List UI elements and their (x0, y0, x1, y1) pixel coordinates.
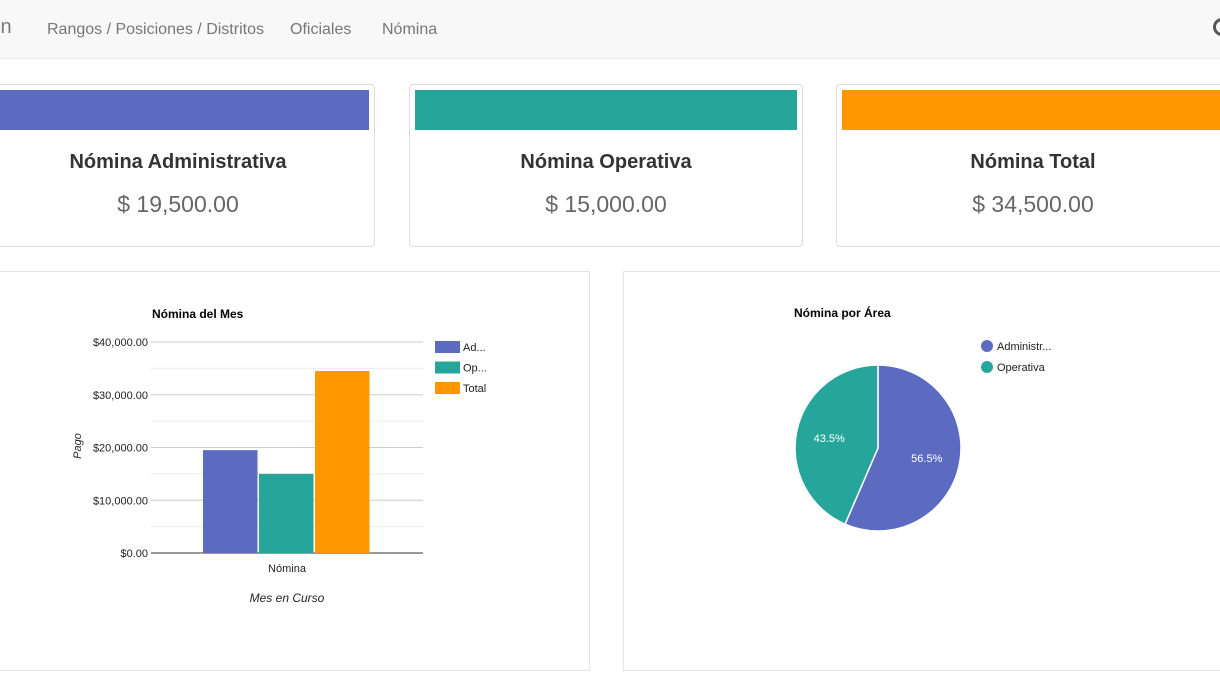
legend-label[interactable]: Administr... (997, 341, 1051, 353)
y-tick-label: $0.00 (120, 548, 148, 560)
card-value: $ 19,500.00 (117, 191, 239, 217)
pie-chart: Nómina por Área 56.5% 43.5% Administr... O… (794, 305, 1051, 532)
navbar: in Rangos / Posiciones / Distritos Ofici… (0, 0, 1220, 59)
card-value: $ 15,000.00 (545, 191, 667, 217)
legend-swatch (981, 340, 993, 352)
nav-link-oficiales[interactable]: Oficiales (290, 21, 351, 39)
pie-chart-panel: Nómina por Área 56.5% 43.5% Administr... O… (623, 271, 1220, 671)
legend-swatch (981, 361, 993, 373)
card-color-band (842, 90, 1220, 130)
legend-swatch (435, 382, 460, 394)
card-color-band (415, 90, 797, 130)
bar-chart-ylabel: Pago (72, 433, 84, 459)
card-title: Nómina Operativa (520, 151, 692, 173)
legend-label[interactable]: Total (463, 383, 486, 395)
card-color-band (0, 90, 369, 130)
bar[interactable] (203, 450, 258, 553)
pie-slice-label: 43.5% (814, 433, 845, 445)
card-title: Nómina Total (970, 151, 1096, 173)
user-menu-icon[interactable] (1213, 18, 1220, 36)
nav-link-nomina[interactable]: Nómina (382, 21, 437, 39)
pie-chart-title: Nómina por Área (794, 305, 891, 320)
nav-link-rangos[interactable]: Rangos / Posiciones / Distritos (47, 21, 264, 39)
pie-slice-label: 56.5% (911, 453, 942, 465)
bar[interactable] (315, 371, 370, 553)
bar-chart-title: Nómina del Mes (152, 307, 244, 321)
card-nomina-administrativa: Nómina Administrativa $ 19,500.00 (0, 84, 375, 247)
card-nomina-total: Nómina Total $ 34,500.00 (836, 84, 1220, 247)
y-tick-label: $10,000.00 (93, 495, 148, 507)
legend-label[interactable]: Op... (463, 363, 487, 375)
card-nomina-operativa: Nómina Operativa $ 15,000.00 (409, 84, 803, 247)
bar[interactable] (259, 473, 314, 553)
legend-label[interactable]: Ad... (463, 342, 486, 354)
y-tick-label: $20,000.00 (93, 443, 148, 455)
card-value: $ 34,500.00 (972, 191, 1094, 217)
x-tick-label: Nómina (268, 563, 307, 575)
bar-chart: Nómina del Mes Pago Mes en Curso $0.00 $1… (72, 307, 487, 605)
legend-swatch (435, 341, 460, 353)
card-title: Nómina Administrativa (69, 151, 287, 173)
legend-swatch (435, 361, 460, 374)
legend-label[interactable]: Operativa (997, 362, 1046, 374)
y-tick-label: $40,000.00 (93, 337, 148, 349)
y-tick-label: $30,000.00 (93, 390, 148, 402)
brand-link[interactable]: in (0, 16, 12, 39)
bar-chart-panel: Nómina del Mes Pago Mes en Curso $0.00 $1… (0, 271, 590, 671)
bar-chart-xlabel: Mes en Curso (250, 591, 325, 605)
